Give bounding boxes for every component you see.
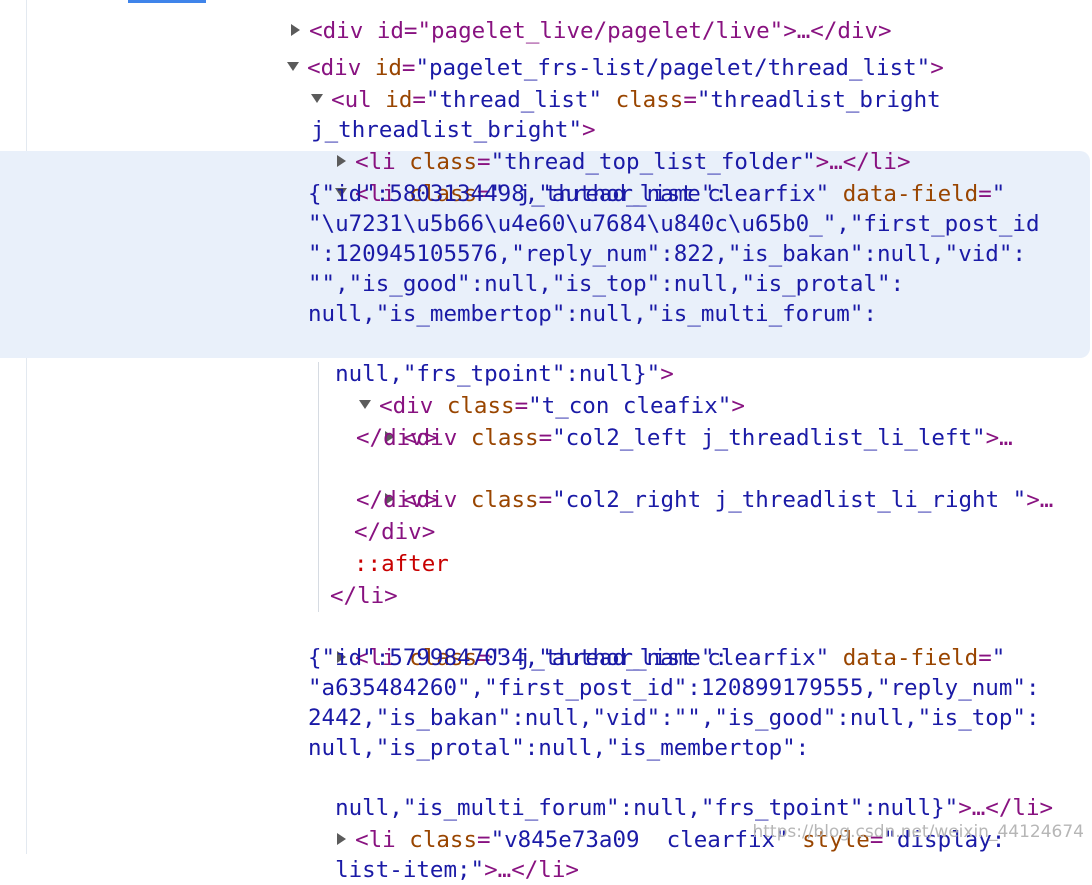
data-field-value-line: {"id":5799847034,"author_name": <box>308 645 728 671</box>
watermark: https://blog.csdn.net/weixin_44124674 <box>752 822 1084 842</box>
data-field-value-line: null,"is_membertop":null,"is_multi_forum… <box>308 301 877 327</box>
data-field-value-line: "\u7231\u5b66\u4e60\u7684\u840c\u65b0_",… <box>308 211 1040 237</box>
pseudo-element-after[interactable]: ::after <box>354 549 449 579</box>
dom-node-v845e73a09-cont: list-item;">…</li> <box>335 857 579 883</box>
data-field-value-line: 2442,"is_bakan":null,"vid":"","is_good":… <box>308 705 1040 731</box>
data-field-value-line: "a635484260","first_post_id":12089917955… <box>308 675 1040 701</box>
gutter-divider <box>26 0 27 854</box>
closing-div-tag: </div> <box>356 487 438 513</box>
data-field-value-line: null,"is_protal":null,"is_membertop": <box>308 735 810 761</box>
closing-div-tag: </div> <box>354 519 436 545</box>
active-tab-indicator <box>128 0 206 3</box>
closing-li-tag: </li> <box>330 583 398 609</box>
dom-node-col2-right[interactable]: <div class="col2_right j_threadlist_li_r… <box>356 455 1053 515</box>
data-field-value-line: {"id":5803134498,"author_name": <box>308 181 728 207</box>
data-field-value-line: "","is_good":null,"is_top":null,"is_prot… <box>308 271 905 297</box>
indent-guide <box>318 362 319 612</box>
data-field-value-line: ":120945105576,"reply_num":822,"is_bakan… <box>308 241 1026 267</box>
closing-div-tag: </div> <box>356 425 438 451</box>
dom-node-col2-left[interactable]: <div class="col2_left j_threadlist_li_le… <box>356 393 1013 453</box>
